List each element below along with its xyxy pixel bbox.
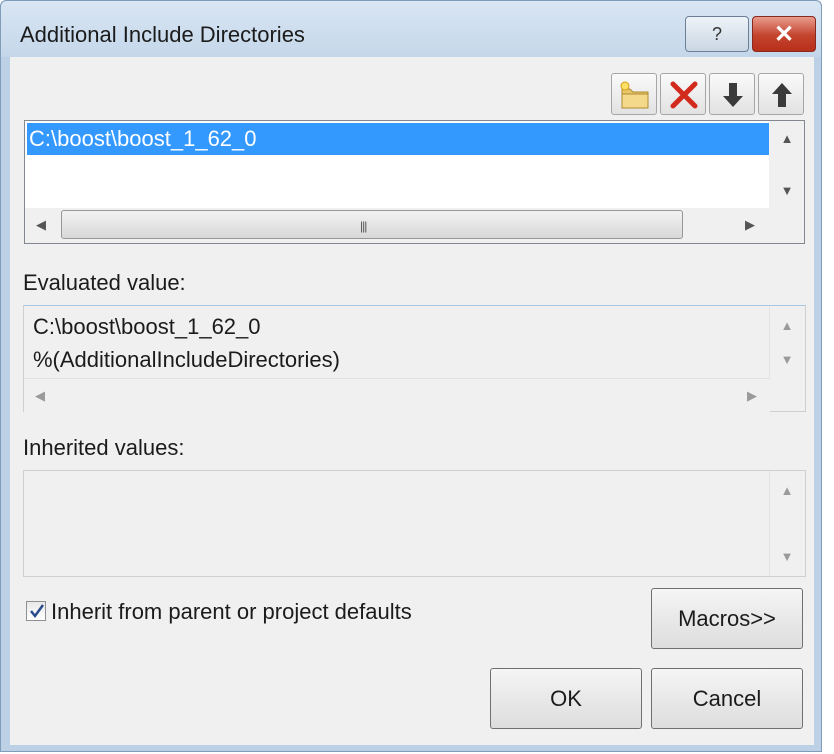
evaluated-value-label: Evaluated value: [23, 270, 186, 295]
horizontal-scroll-thumb[interactable]: ||| [61, 210, 683, 239]
ok-button[interactable]: OK [490, 668, 642, 729]
title-bar[interactable]: Additional Include Directories ? ✕ [1, 1, 821, 57]
grip-icon: ||| [360, 219, 367, 233]
new-line-button[interactable] [611, 73, 657, 115]
inherit-checkbox-label[interactable]: Inherit from parent or project defaults [51, 599, 412, 625]
delete-icon [670, 81, 698, 109]
scroll-down-arrow-icon[interactable]: ▼ [777, 549, 797, 564]
scroll-up-arrow-icon[interactable]: ▲ [777, 318, 797, 333]
dialog-window: Additional Include Directories ? ✕ C:\bo… [0, 0, 822, 752]
scroll-left-arrow-icon[interactable]: ◀ [31, 217, 51, 233]
list-item-selected[interactable]: C:\boost\boost_1_62_0 [27, 123, 769, 155]
evaluated-horizontal-scrollbar[interactable]: ◀ ▶ [24, 378, 770, 414]
inherited-values-label: Inherited values: [23, 435, 185, 460]
inherited-vertical-scrollbar[interactable]: ▲ ▼ [769, 471, 805, 576]
cancel-button[interactable]: Cancel [651, 668, 803, 729]
inherit-checkbox[interactable] [26, 601, 46, 621]
evaluated-line: C:\boost\boost_1_62_0 [33, 314, 261, 339]
evaluated-value-box[interactable]: C:\boost\boost_1_62_0 %(AdditionalInclud… [23, 305, 806, 414]
move-up-icon [772, 83, 792, 107]
delete-line-button[interactable] [660, 73, 706, 115]
inherited-values-box[interactable]: ▲ ▼ [23, 470, 806, 577]
move-up-button[interactable] [758, 73, 804, 115]
scroll-right-arrow-icon[interactable]: ▶ [740, 217, 760, 233]
scroll-right-arrow-icon[interactable]: ▶ [742, 388, 762, 404]
scroll-up-arrow-icon[interactable]: ▲ [777, 483, 797, 498]
evaluated-line: %(AdditionalIncludeDirectories) [33, 347, 340, 372]
scroll-left-arrow-icon[interactable]: ◀ [30, 388, 50, 404]
dialog-title: Additional Include Directories [20, 22, 305, 47]
new-folder-icon [620, 81, 649, 109]
scroll-down-arrow-icon[interactable]: ▼ [777, 352, 797, 367]
evaluated-vertical-scrollbar[interactable]: ▲ ▼ [769, 306, 805, 378]
dialog-content: C:\boost\boost_1_62_0 ▲ ▼ ◀ ||| ▶ Evalua… [10, 57, 814, 745]
move-down-icon [723, 83, 743, 107]
scroll-up-arrow-icon[interactable]: ▲ [777, 131, 797, 146]
directories-list[interactable]: C:\boost\boost_1_62_0 ▲ ▼ ◀ ||| ▶ [24, 120, 805, 244]
move-down-button[interactable] [709, 73, 755, 115]
list-horizontal-scrollbar[interactable]: ◀ ||| ▶ [25, 208, 804, 243]
checkmark-icon [30, 604, 45, 619]
scroll-down-arrow-icon[interactable]: ▼ [777, 183, 797, 198]
close-button[interactable]: ✕ [752, 16, 816, 52]
macros-button[interactable]: Macros>> [651, 588, 803, 649]
help-button[interactable]: ? [685, 16, 749, 52]
list-vertical-scrollbar[interactable]: ▲ ▼ [769, 121, 804, 209]
